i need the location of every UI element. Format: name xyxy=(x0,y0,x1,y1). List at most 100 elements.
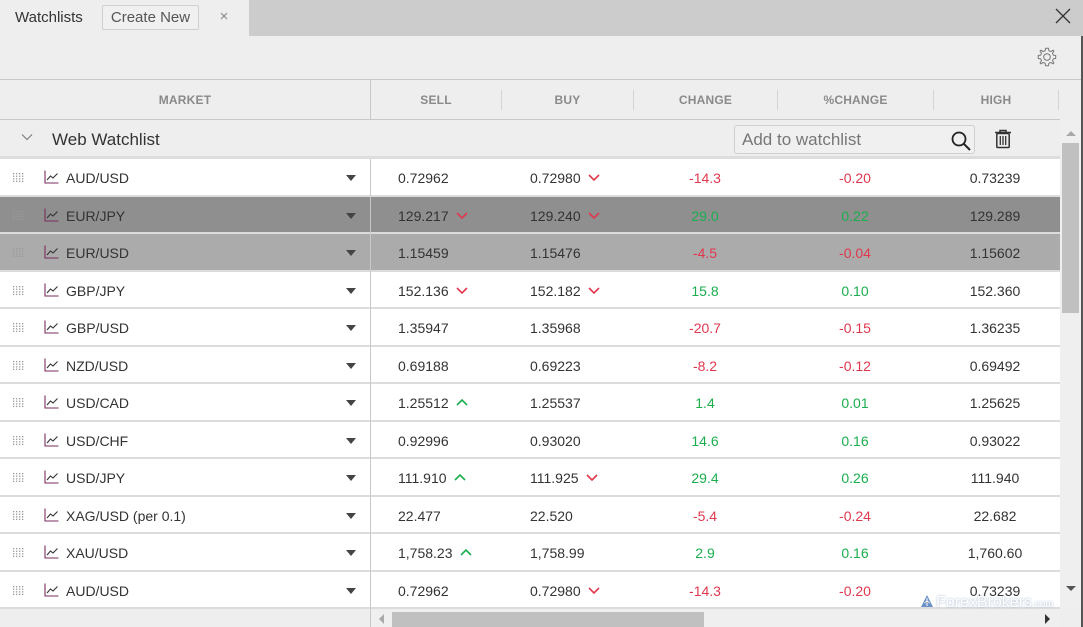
sell-price[interactable]: 1.35947 xyxy=(398,309,449,345)
drag-handle-icon[interactable] xyxy=(13,473,26,482)
table-row[interactable]: XAU/USD 1,758.23 1,758.99 2.9 0.16 1,760… xyxy=(0,534,1060,572)
buy-price[interactable]: 1.35968 xyxy=(530,309,581,345)
close-window-icon[interactable] xyxy=(1053,4,1073,28)
column-change[interactable]: CHANGE xyxy=(634,80,777,120)
chart-icon[interactable] xyxy=(44,358,59,372)
table-row[interactable]: XAG/USD (per 0.1) 22.477 22.520 -5.4 -0.… xyxy=(0,496,1060,535)
table-row[interactable]: NZD/USD 0.69188 0.69223 -8.2 -0.12 0.694… xyxy=(0,346,1060,385)
table-row[interactable]: USD/JPY 111.910 111.925 29.4 0.26 111.94… xyxy=(0,459,1060,497)
table-row[interactable]: EUR/JPY 129.217 129.240 29.0 0.22 129.28… xyxy=(0,196,1060,235)
drag-handle-icon[interactable] xyxy=(13,585,26,595)
caret-down-icon[interactable] xyxy=(346,212,356,219)
drag-handle-icon[interactable] xyxy=(13,323,26,332)
buy-price[interactable]: 0.72980 xyxy=(530,572,601,608)
buy-price[interactable]: 1,758.99 xyxy=(530,534,585,570)
chart-icon[interactable] xyxy=(44,470,59,484)
column-market[interactable]: MARKET xyxy=(0,80,370,120)
vertical-scroll-thumb[interactable] xyxy=(1062,143,1079,313)
drag-handle-icon[interactable] xyxy=(13,510,26,520)
caret-down-icon[interactable] xyxy=(346,400,356,406)
sell-price[interactable]: 1,758.23 xyxy=(398,534,473,570)
table-row[interactable]: AUD/USD 0.72962 0.72980 -14.3 -0.20 0.73… xyxy=(0,571,1060,609)
scroll-down-arrow[interactable] xyxy=(1066,586,1076,591)
tab-watchlists[interactable]: Watchlists Create New × xyxy=(0,0,249,36)
chart-icon[interactable] xyxy=(44,208,59,222)
table-row[interactable]: EUR/USD 1.15459 1.15476 -4.5 -0.04 1.156… xyxy=(0,234,1060,272)
caret-down-icon[interactable] xyxy=(346,587,356,594)
drag-handle-icon[interactable] xyxy=(13,173,26,182)
vertical-scrollbar[interactable] xyxy=(1060,121,1083,609)
column-pchange[interactable]: %CHANGE xyxy=(778,80,933,120)
buy-price[interactable]: 129.240 xyxy=(530,197,601,233)
drag-handle-icon[interactable] xyxy=(13,435,26,445)
sell-price[interactable]: 1.15459 xyxy=(398,234,449,270)
caret-down-icon[interactable] xyxy=(346,475,356,481)
buy-price[interactable]: 0.69223 xyxy=(530,347,581,383)
caret-down-icon[interactable] xyxy=(346,325,356,331)
drag-handle-icon[interactable] xyxy=(13,548,26,557)
buy-price[interactable]: 22.520 xyxy=(530,497,573,533)
buy-price[interactable]: 0.72980 xyxy=(530,159,601,195)
table-row[interactable]: USD/CHF 0.92996 0.93020 14.6 0.16 0.9302… xyxy=(0,421,1060,460)
caret-down-icon[interactable] xyxy=(346,175,356,181)
buy-value: 1,758.99 xyxy=(530,545,585,561)
drag-handle-icon[interactable] xyxy=(13,360,26,370)
sell-price[interactable]: 0.92996 xyxy=(398,422,449,458)
column-buy[interactable]: BUY xyxy=(502,80,633,120)
scroll-up-arrow[interactable] xyxy=(1066,131,1076,136)
chart-icon[interactable] xyxy=(44,245,59,259)
column-high[interactable]: HIGH xyxy=(934,80,1058,120)
table-row[interactable]: GBP/JPY 152.136 152.182 15.8 0.10 152.36… xyxy=(0,271,1060,310)
caret-down-icon[interactable] xyxy=(346,550,356,556)
table-row[interactable]: AUD/USD 0.72962 0.72980 -14.3 -0.20 0.73… xyxy=(0,159,1060,197)
chart-icon[interactable] xyxy=(44,283,59,297)
table-row[interactable]: USD/CAD 1.25512 1.25537 1.4 0.01 1.25625 xyxy=(0,384,1060,422)
caret-down-icon[interactable] xyxy=(346,362,356,369)
chart-icon[interactable] xyxy=(44,508,59,522)
chart-icon[interactable] xyxy=(44,583,59,597)
caret-down-icon[interactable] xyxy=(346,287,356,294)
chart-icon[interactable] xyxy=(44,433,59,447)
chart-icon[interactable] xyxy=(44,170,59,184)
drag-handle-icon[interactable] xyxy=(13,210,26,220)
drag-handle-icon[interactable] xyxy=(13,285,26,295)
sell-price[interactable]: 152.136 xyxy=(398,272,469,308)
column-sell[interactable]: SELL xyxy=(371,80,501,120)
create-new-button[interactable]: Create New xyxy=(102,5,199,30)
chevron-down-icon[interactable] xyxy=(20,130,34,144)
caret-down-icon[interactable] xyxy=(346,512,356,519)
sell-price[interactable]: 0.69188 xyxy=(398,347,449,383)
sell-price[interactable]: 129.217 xyxy=(398,197,469,233)
chart-icon[interactable] xyxy=(44,395,59,409)
buy-price[interactable]: 152.182 xyxy=(530,272,601,308)
sell-price[interactable]: 1.25512 xyxy=(398,384,469,420)
horizontal-scroll-thumb[interactable] xyxy=(392,612,704,627)
caret-down-icon[interactable] xyxy=(346,250,356,256)
sell-price[interactable]: 111.910 xyxy=(398,459,467,495)
buy-price[interactable]: 0.93020 xyxy=(530,422,581,458)
horizontal-scrollbar[interactable] xyxy=(370,610,1060,627)
caret-down-icon[interactable] xyxy=(346,437,356,444)
gear-icon[interactable] xyxy=(1036,46,1058,68)
chart-icon[interactable] xyxy=(44,320,59,334)
toolbar xyxy=(0,36,1083,80)
sell-price[interactable]: 0.72962 xyxy=(398,159,449,195)
add-to-watchlist-input[interactable] xyxy=(734,125,975,154)
sell-price[interactable]: 22.477 xyxy=(398,497,441,533)
column-divider[interactable] xyxy=(1058,90,1059,110)
search-icon[interactable] xyxy=(950,130,972,152)
percent-change-value: -0.20 xyxy=(839,582,871,599)
percent-change-value: 0.16 xyxy=(841,545,869,561)
buy-price[interactable]: 111.925 xyxy=(530,459,599,495)
buy-price[interactable]: 1.25537 xyxy=(530,384,581,420)
table-row[interactable]: GBP/USD 1.35947 1.35968 -20.7 -0.15 1.36… xyxy=(0,309,1060,347)
drag-handle-icon[interactable] xyxy=(13,398,26,407)
sell-price[interactable]: 0.72962 xyxy=(398,572,449,608)
scroll-right-arrow[interactable] xyxy=(1045,614,1050,624)
close-tab-icon[interactable]: × xyxy=(216,8,232,26)
trash-icon[interactable] xyxy=(994,129,1012,149)
drag-handle-icon[interactable] xyxy=(13,248,26,257)
chart-icon[interactable] xyxy=(44,545,59,559)
scroll-left-arrow[interactable] xyxy=(379,614,384,624)
buy-price[interactable]: 1.15476 xyxy=(530,234,581,270)
